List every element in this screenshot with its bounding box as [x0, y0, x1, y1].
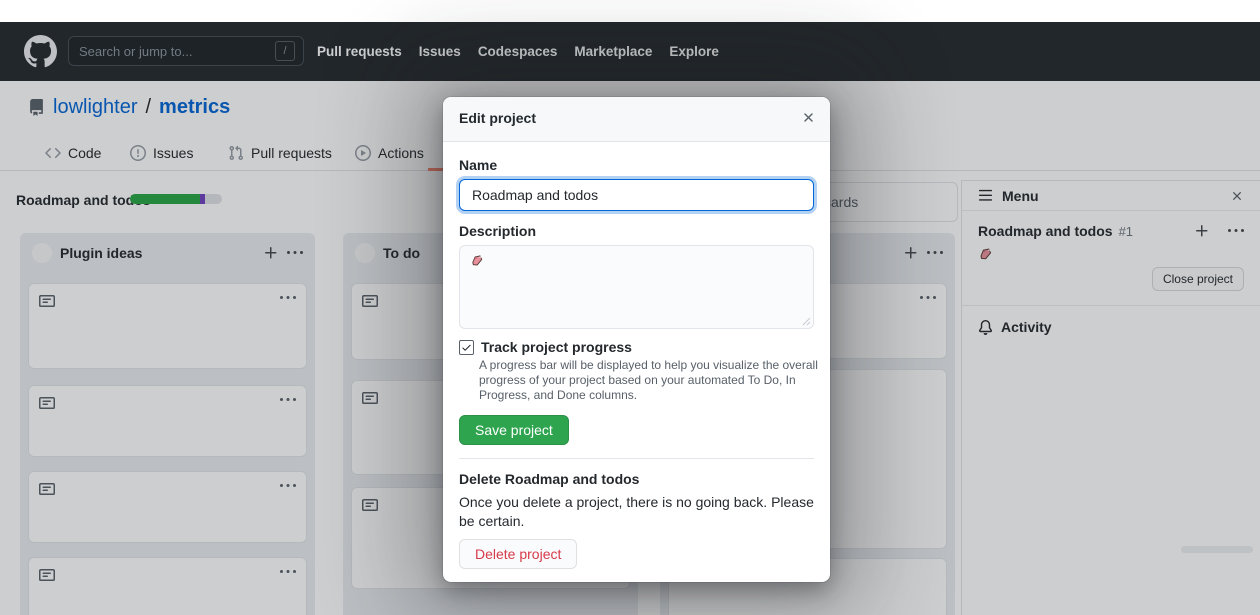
delete-project-button[interactable]: Delete project: [459, 539, 577, 569]
project-name-input[interactable]: [459, 179, 814, 211]
delete-note: Once you delete a project, there is no g…: [459, 493, 821, 531]
delete-heading: Delete Roadmap and todos: [459, 471, 814, 487]
track-progress-label: Track project progress: [481, 339, 632, 355]
modal-header: Edit project: [443, 97, 830, 142]
modal-body: Name Description Track project progress …: [443, 142, 830, 582]
screen: Search or jump to... / Pull requests Iss…: [0, 0, 1260, 615]
track-progress-checkbox-row[interactable]: Track project progress: [459, 339, 814, 355]
modal-divider: [459, 458, 814, 459]
save-project-button[interactable]: Save project: [459, 415, 569, 445]
name-label: Name: [459, 157, 814, 173]
description-label: Description: [459, 223, 814, 239]
resize-handle[interactable]: [802, 317, 811, 326]
close-modal-icon[interactable]: [801, 110, 816, 125]
meat-emoji-icon: [470, 254, 484, 268]
project-description-textarea[interactable]: [459, 245, 814, 329]
track-progress-checkbox[interactable]: [459, 340, 474, 355]
edit-project-modal: Edit project Name Description Track proj…: [443, 97, 830, 582]
track-progress-note: A progress bar will be displayed to help…: [479, 358, 821, 403]
check-icon: [461, 342, 472, 353]
modal-title: Edit project: [459, 110, 536, 126]
